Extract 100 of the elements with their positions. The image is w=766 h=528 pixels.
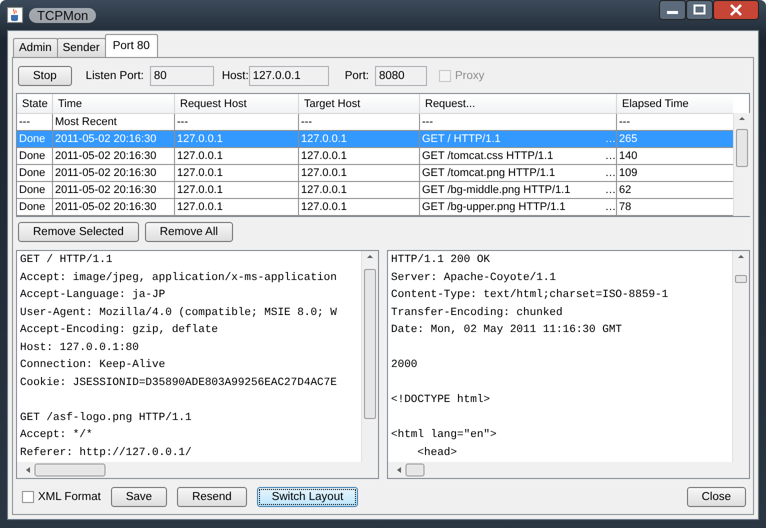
text-line: Accept: */* [20,428,94,443]
text-line: GET / HTTP/1.1 [20,253,114,268]
table-cell-text: 78 [619,200,632,215]
tab[interactable]: Sender [56,38,106,57]
xml-format-checkbox[interactable] [22,491,34,503]
close-button[interactable]: Close [686,487,746,507]
table-cell-text: 127.0.0.1 [177,183,223,198]
table-cell-text: GET /bg-middle.png HTTP/1.1 [422,183,570,198]
column-header[interactable]: Target Host [299,94,420,114]
table-cell-text: Done [19,200,46,215]
table-scrollbar[interactable] [733,113,750,216]
text-line: Accept-Language: ja-JP [20,288,166,303]
table-action-button[interactable]: Remove Selected [18,222,139,242]
port-label: Port: [344,70,369,82]
response-text-area[interactable]: HTTP/1.1 200 OK Server: Apache-Coyote/1.1 Content-Type: text/html;charset=ISO-8859-1 Transfer-Encoding: chunked Date: Mon, 02 May 2011 11:16:30 GMT 2000 <!DOCTYPE html> <html lang="en"> <head> [387,250,750,479]
table-cell-text: --- [19,115,30,130]
table-cell-text: --- [619,115,630,130]
table-cell-text: 127.0.0.1 [177,200,223,215]
table-cell-text: 127.0.0.1 [301,183,347,198]
table-cell-text: Done [19,183,46,198]
truncation-mark: … [605,149,616,164]
action-button[interactable]: Save [110,487,168,507]
tab[interactable]: Port 80 [104,34,158,57]
table-cell-text: 127.0.0.1 [177,166,223,181]
column-header[interactable]: State [17,94,53,114]
text-line: <!DOCTYPE html> [391,393,492,408]
table-cell-text: Done [19,149,46,164]
table-cell-text: 2011-05-02 20:16:30 [55,166,156,181]
text-line: Content-Type: text/html;charset=ISO-8859-1 [391,288,670,303]
proxy-label: Proxy [454,70,484,82]
table-cell-text: --- [422,115,433,130]
column-header[interactable]: Time [53,94,175,114]
table-cell-text: 127.0.0.1 [301,149,347,164]
text-line: Accept-Encoding: gzip, deflate [20,323,220,338]
table-cell-text: 109 [619,166,638,181]
table-cell-text: 140 [619,149,638,164]
text-line: HTTP/1.1 200 OK [391,253,492,268]
text-line: 2000 [391,358,418,373]
action-button[interactable]: Switch Layout [256,487,358,507]
table-cell-text: 2011-05-02 20:16:30 [55,183,156,198]
table-cell-text: GET /bg-upper.png HTTP/1.1 [422,200,566,215]
table-cell-text: GET /tomcat.png HTTP/1.1 [422,166,556,181]
table-action-button[interactable]: Remove All [144,222,233,242]
table-cell-text: 127.0.0.1 [177,132,223,147]
minimize-icon[interactable] [659,0,686,20]
table-cell-text: 62 [619,183,632,198]
table-cell-text: 127.0.0.1 [301,132,347,147]
table-cell-text: GET /tomcat.css HTTP/1.1 [422,149,554,164]
listen-port-field[interactable]: 80 [150,66,214,86]
text-line: Host: 127.0.0.1:80 [20,340,140,356]
scrollbar-thumb[interactable] [736,129,748,167]
text-line: User-Agent: Mozilla/4.0 (compatible; MSIE 8.0; W [20,306,338,320]
scroll-up-arrow-icon[interactable] [739,117,745,120]
text-line: Date: Mon, 02 May 2011 11:16:30 GMT [391,323,624,338]
xml-format-label: XML Format [38,491,101,503]
table-cell-text: GET / HTTP/1.1 [422,132,501,147]
table-cell-text: --- [301,115,312,130]
truncation-mark: … [605,200,616,215]
table-cell-text: 2011-05-02 20:16:30 [55,132,156,147]
host-label: Host: [222,70,249,82]
listen-port-label: Listen Port: [86,70,144,82]
host-field[interactable]: 127.0.0.1 [248,66,329,86]
table-cell-text: 127.0.0.1 [177,149,223,164]
close-icon[interactable] [713,0,759,20]
table-cell-text: Most Recent [55,115,117,130]
text-line: Accept: image/jpeg, application/x-ms-application [20,270,338,286]
table-cell-text: --- [177,115,188,130]
text-line: Connection: Keep-Alive [20,358,166,373]
text-line: Transfer-Encoding: chunked [391,306,564,320]
table-cell-text: Done [19,132,46,147]
vertical-scrollbar[interactable] [361,251,378,462]
tab[interactable]: Admin [13,38,58,57]
table-cell-text: 2011-05-02 20:16:30 [55,200,156,215]
scroll-up-arrow-icon[interactable] [367,255,373,258]
window-title: TCPMon [29,8,96,22]
port-field[interactable]: 8080 [374,66,427,86]
column-header[interactable]: Request... [420,94,617,114]
truncation-mark: … [605,183,616,198]
text-line: <head> [416,446,458,460]
stop-button[interactable]: Stop [18,66,72,86]
maximize-icon[interactable] [686,0,713,20]
java-cup-icon [7,7,23,23]
text-line: Cookie: JSESSIONID=D35890ADE803A99256EAC27D4AC7E [20,376,338,390]
truncation-mark: … [605,132,616,147]
request-text-area[interactable] [16,250,379,479]
text-line: Referer: http://127.0.0.1/ [20,446,193,460]
scroll-up-arrow-icon[interactable] [738,255,744,258]
vertical-scrollbar[interactable] [732,251,749,462]
column-header[interactable]: Request Host [175,94,299,114]
scrollbar-thumb[interactable] [735,275,747,283]
scrollbar-thumb[interactable] [364,269,376,419]
text-line: <html lang="en"> [391,428,498,443]
table-cell-text: 127.0.0.1 [301,200,347,215]
table-cell-text: Done [19,166,46,181]
action-button[interactable]: Resend [177,487,247,507]
text-line: GET /asf-logo.png HTTP/1.1 [20,410,193,426]
text-line: Server: Apache-Coyote/1.1 [391,270,558,286]
truncation-mark: … [605,166,616,181]
table-cell-text: 127.0.0.1 [301,166,347,181]
table-cell-text: 2011-05-02 20:16:30 [55,149,156,164]
